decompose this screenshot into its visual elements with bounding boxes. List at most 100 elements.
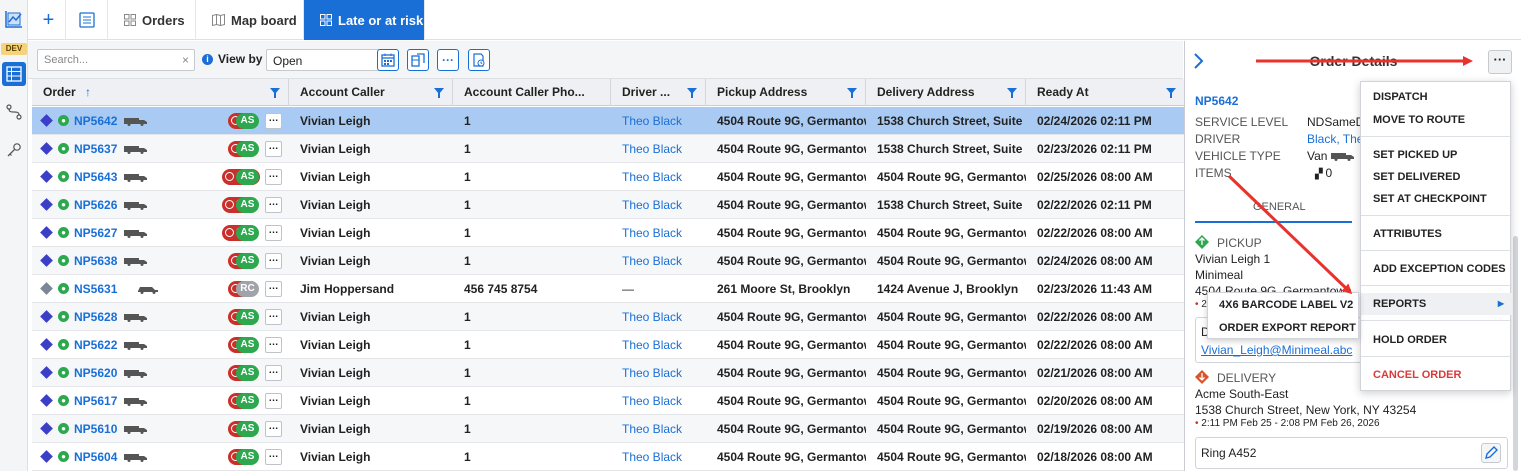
row-more-button[interactable]: … xyxy=(265,141,282,157)
driver-cell[interactable]: Theo Black xyxy=(611,303,706,331)
driver-cell[interactable]: Theo Black xyxy=(611,443,706,471)
tab-orders[interactable]: Orders xyxy=(108,0,196,40)
tab-general[interactable]: GENERAL xyxy=(1253,201,1306,213)
order-number-link[interactable]: NP5642 xyxy=(74,107,117,135)
row-more-button[interactable]: … xyxy=(265,421,282,437)
column-header-account-caller[interactable]: Account Caller xyxy=(289,79,453,106)
app-logo-icon[interactable] xyxy=(3,8,25,30)
add-tab-button[interactable]: + xyxy=(32,0,66,40)
menu-item-attributes[interactable]: ATTRIBUTES xyxy=(1361,223,1512,245)
rail-settings-button[interactable] xyxy=(2,138,26,162)
table-row[interactable]: ●NP56047dAS…Vivian Leigh1Theo Black4504 … xyxy=(32,443,1184,471)
row-more-button[interactable]: … xyxy=(265,253,282,269)
driver-cell[interactable]: Theo Black xyxy=(611,387,706,415)
table-row[interactable]: ●NP56106dAS…Vivian Leigh1Theo Black4504 … xyxy=(32,415,1184,443)
driver-cell[interactable]: Theo Black xyxy=(611,331,706,359)
info-icon[interactable]: i xyxy=(202,53,213,65)
tab-map-board[interactable]: Map board xyxy=(196,0,304,40)
row-more-button[interactable]: … xyxy=(265,449,282,465)
row-more-button[interactable]: … xyxy=(265,393,282,409)
menu-item-set-picked-up[interactable]: SET PICKED UP xyxy=(1361,144,1512,166)
menu-item-dispatch[interactable]: DISPATCH xyxy=(1361,86,1512,108)
order-number-link[interactable]: NP5628 xyxy=(74,303,117,331)
list-view-button[interactable] xyxy=(66,0,108,40)
table-row[interactable]: ●NP56282dAS…Vivian Leigh1Theo Black4504 … xyxy=(32,303,1184,331)
panel-scrollbar[interactable] xyxy=(1513,236,1518,471)
driver-cell[interactable]: Theo Black xyxy=(611,219,706,247)
filter-icon[interactable] xyxy=(270,88,280,98)
driver-cell[interactable]: Theo Black xyxy=(611,163,706,191)
row-more-button[interactable]: … xyxy=(265,169,282,185)
filter-icon[interactable] xyxy=(1007,88,1017,98)
row-more-button[interactable]: … xyxy=(265,281,282,297)
menu-item-cancel-order[interactable]: CANCEL ORDER xyxy=(1361,364,1512,386)
table-row[interactable]: ●NP562620hAS…Vivian Leigh1Theo Black4504… xyxy=(32,191,1184,219)
driver-cell[interactable]: Theo Black xyxy=(611,415,706,443)
order-number-link[interactable]: NP5626 xyxy=(74,191,117,219)
filter-icon[interactable] xyxy=(1166,88,1176,98)
table-row[interactable]: ●NP56374hAS…Vivian Leigh1Theo Black4504 … xyxy=(32,135,1184,163)
filter-icon[interactable] xyxy=(847,88,857,98)
menu-item-set-at-checkpoint[interactable]: SET AT CHECKPOINT xyxy=(1361,188,1512,210)
rail-orders-grid-button[interactable] xyxy=(2,62,26,86)
columns-button[interactable] xyxy=(407,49,429,71)
order-number-link[interactable]: NP5637 xyxy=(74,135,117,163)
order-number-link[interactable]: NP5617 xyxy=(74,387,117,415)
order-actions-button[interactable]: ··· xyxy=(1488,50,1512,74)
more-actions-button[interactable]: ··· xyxy=(437,49,459,71)
driver-cell[interactable]: Theo Black xyxy=(611,107,706,135)
row-more-button[interactable]: … xyxy=(265,309,282,325)
table-row[interactable]: ●NP562720hAS…Vivian Leigh1Theo Black4504… xyxy=(32,219,1184,247)
order-number-link[interactable]: NS5631 xyxy=(74,275,117,303)
export-button[interactable] xyxy=(468,49,490,71)
menu-item-set-delivered[interactable]: SET DELIVERED xyxy=(1361,166,1512,188)
column-header-ready-at[interactable]: Ready At xyxy=(1026,79,1184,106)
table-row[interactable]: ●NP56175dAS…Vivian Leigh1Theo Black4504 … xyxy=(32,387,1184,415)
filter-icon[interactable] xyxy=(687,88,697,98)
order-id-link[interactable]: NP5642 xyxy=(1195,94,1238,108)
order-number-link[interactable]: NP5638 xyxy=(74,247,117,275)
table-row[interactable]: ●NS56312dRC…Jim Hoppersand456 745 8754—2… xyxy=(32,275,1184,303)
row-more-button[interactable]: … xyxy=(265,197,282,213)
row-more-button[interactable]: … xyxy=(265,225,282,241)
menu-item-reports[interactable]: REPORTS ▶ xyxy=(1361,293,1512,315)
table-row[interactable]: ●NP56204dAS…Vivian Leigh1Theo Black4504 … xyxy=(32,359,1184,387)
clear-search-icon[interactable]: × xyxy=(182,53,189,67)
order-number-link[interactable]: NP5643 xyxy=(74,163,117,191)
column-header-pickup-address[interactable]: Pickup Address xyxy=(706,79,866,106)
order-number-link[interactable]: NP5604 xyxy=(74,443,117,471)
submenu-item-barcode-label[interactable]: 4X6 BARCODE LABEL V2 xyxy=(1208,294,1360,316)
row-more-button[interactable]: … xyxy=(265,113,282,129)
tab-late-or-at-risk[interactable]: Late or at risk xyxy=(304,0,425,40)
driver-cell[interactable]: Theo Black xyxy=(611,247,706,275)
sort-up-icon[interactable]: ↑ xyxy=(85,85,91,99)
edit-note-button[interactable] xyxy=(1481,443,1501,463)
view-by-select[interactable]: Open ▼ xyxy=(266,49,393,71)
search-input[interactable]: Search... × xyxy=(37,49,195,71)
rail-routes-button[interactable] xyxy=(2,100,26,124)
row-more-button[interactable]: … xyxy=(265,337,282,353)
driver-cell[interactable]: Theo Black xyxy=(611,191,706,219)
order-number-link[interactable]: NP5622 xyxy=(74,331,117,359)
driver-cell[interactable]: Theo Black xyxy=(611,359,706,387)
menu-item-hold-order[interactable]: HOLD ORDER xyxy=(1361,329,1512,351)
menu-item-add-exception-codes[interactable]: ADD EXCEPTION CODES xyxy=(1361,258,1512,280)
order-number-link[interactable]: NP5627 xyxy=(74,219,117,247)
menu-item-move-to-route[interactable]: MOVE TO ROUTE xyxy=(1361,109,1512,131)
column-header-order[interactable]: Order ↑ xyxy=(32,79,289,106)
column-header-delivery-address[interactable]: Delivery Address xyxy=(866,79,1026,106)
calendar-button[interactable] xyxy=(377,49,399,71)
contact-email-link[interactable]: Vivian_Leigh@Minimeal.abc xyxy=(1201,343,1352,357)
order-number-link[interactable]: NP5610 xyxy=(74,415,117,443)
column-header-caller-phone[interactable]: Account Caller Pho... xyxy=(453,79,611,106)
order-number-link[interactable]: NP5620 xyxy=(74,359,117,387)
table-row[interactable]: ●NP56421dAS…Vivian Leigh1Theo Black4504 … xyxy=(32,107,1184,135)
table-row[interactable]: ●NP564314mAS…Vivian Leigh1Theo Black4504… xyxy=(32,163,1184,191)
table-row[interactable]: ●NP56223dAS…Vivian Leigh1Theo Black4504 … xyxy=(32,331,1184,359)
filter-icon[interactable] xyxy=(434,88,444,98)
row-more-button[interactable]: … xyxy=(265,365,282,381)
driver-cell[interactable]: Theo Black xyxy=(611,135,706,163)
column-header-driver[interactable]: Driver ... xyxy=(611,79,706,106)
submenu-item-order-export-report[interactable]: ORDER EXPORT REPORT xyxy=(1208,317,1360,339)
table-row[interactable]: ●NP56381dAS…Vivian Leigh1Theo Black4504 … xyxy=(32,247,1184,275)
